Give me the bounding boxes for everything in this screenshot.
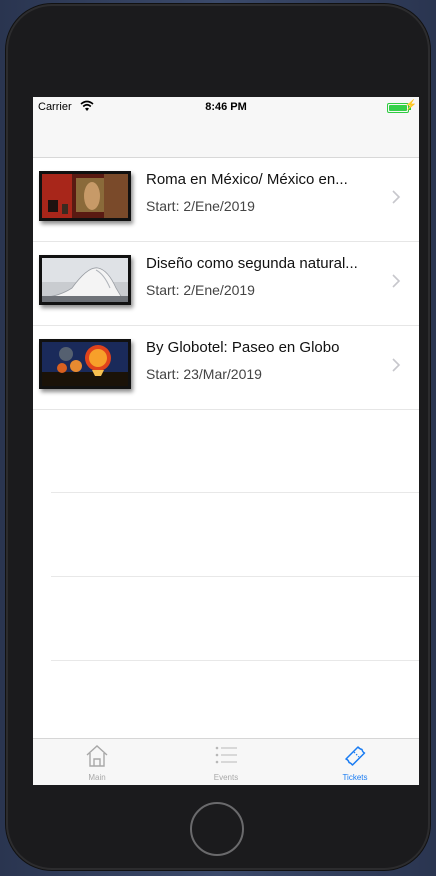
navigation-bar [33, 117, 419, 158]
event-title: Diseño como segunda natural... [146, 255, 358, 272]
ticket-icon [345, 746, 366, 766]
table-separator [51, 576, 419, 577]
status-bar: Carrier 8:46 PM ⚡ [33, 97, 419, 117]
chevron-right-icon [392, 190, 401, 204]
event-title: By Globotel: Paseo en Globo [146, 339, 340, 356]
event-thumbnail [39, 339, 131, 389]
chevron-right-icon [392, 274, 401, 288]
chevron-right-icon [392, 358, 401, 372]
event-thumbnail [39, 171, 131, 221]
home-icon [86, 745, 108, 767]
table-separator [51, 492, 419, 493]
list-item[interactable]: Diseño como segunda natural... Start: 2/… [33, 242, 419, 326]
tab-bar: Main Events Tickets [33, 738, 419, 785]
list-item[interactable]: By Globotel: Paseo en Globo Start: 23/Ma… [33, 326, 419, 410]
event-start-date: Start: 23/Mar/2019 [146, 366, 262, 382]
event-start-date: Start: 2/Ene/2019 [146, 282, 255, 298]
tab-main[interactable]: Main [33, 739, 161, 785]
tab-label: Events [213, 773, 239, 782]
tab-tickets[interactable]: Tickets [291, 739, 419, 785]
table-separator [51, 660, 419, 661]
event-start-date: Start: 2/Ene/2019 [146, 198, 255, 214]
event-title: Roma en México/ México en... [146, 171, 348, 188]
tab-label: Main [88, 773, 106, 782]
status-time: 8:46 PM [205, 101, 247, 113]
events-list: Roma en México/ México en... Start: 2/En… [33, 158, 419, 410]
charging-icon: ⚡ [404, 100, 417, 111]
list-icon [215, 746, 237, 764]
app-screen: Carrier 8:46 PM ⚡ Roma en México/ México… [33, 97, 419, 785]
home-button[interactable] [190, 802, 244, 856]
tab-events[interactable]: Events [162, 739, 290, 785]
tab-label: Tickets [342, 773, 368, 782]
list-item[interactable]: Roma en México/ México en... Start: 2/En… [33, 158, 419, 242]
event-thumbnail [39, 255, 131, 305]
